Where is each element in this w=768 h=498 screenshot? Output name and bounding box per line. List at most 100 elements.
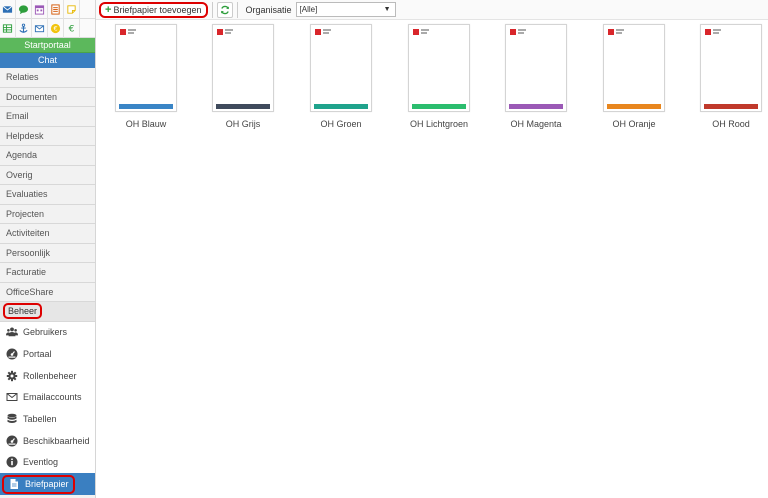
footer-color-bar — [216, 104, 270, 109]
briefpapier-thumbnail[interactable] — [408, 24, 470, 112]
sidebar-subitem-label: Beschikbaarheid — [23, 435, 90, 446]
briefpapier-card[interactable]: OH Blauw — [115, 24, 177, 129]
footer-color-bar — [607, 104, 661, 109]
sidebar-item-documenten[interactable]: Documenten — [0, 87, 95, 107]
chat-button[interactable]: Chat — [0, 53, 95, 68]
briefpapier-card[interactable]: OH Magenta — [505, 24, 567, 129]
briefpapier-card[interactable]: OH Oranje — [603, 24, 665, 129]
sidebar-item-activiteiten[interactable]: Activiteiten — [0, 224, 95, 244]
briefpapier-thumbnail[interactable] — [212, 24, 274, 112]
logo-icon — [510, 29, 516, 35]
file-icon — [10, 479, 18, 490]
briefpapier-card[interactable]: OH Rood — [700, 24, 762, 129]
sidebar-item-persoonlijk[interactable]: Persoonlijk — [0, 243, 95, 263]
svg-text:€: € — [53, 25, 57, 33]
briefpapier-thumbnail[interactable] — [115, 24, 177, 112]
logo-icon — [217, 29, 223, 35]
sidebar-item-agenda[interactable]: Agenda — [0, 146, 95, 166]
mail-icon[interactable] — [32, 19, 48, 38]
sidebar-subitem-label: Rollenbeheer — [23, 370, 77, 381]
sidebar-subitem-beschikbaarheid[interactable]: Beschikbaarheid — [0, 429, 95, 452]
info-icon — [6, 456, 18, 468]
beheer-submenu: Gebruikers Portaal Rollenbeheer Emailacc… — [0, 321, 95, 495]
dashboard-icon — [6, 435, 18, 447]
sidebar-item-overig[interactable]: Overig — [0, 165, 95, 185]
caret-down-icon: ▼ — [383, 6, 391, 13]
briefpapier-name: OH Groen — [320, 119, 362, 129]
sidebar-icon-row-1 — [0, 0, 95, 19]
footer-color-bar — [412, 104, 466, 109]
sidebar: € € Startportaal Chat Relaties Documente… — [0, 0, 96, 498]
sidebar-menu: Relaties Documenten Email Helpdesk Agend… — [0, 68, 95, 322]
sidebar-subitem-emailaccounts[interactable]: Emailaccounts — [0, 386, 95, 409]
document-list-icon[interactable] — [48, 0, 64, 19]
briefpapier-name: OH Grijs — [225, 119, 261, 129]
euro-icon[interactable]: € — [64, 19, 80, 38]
plus-icon: + — [105, 3, 112, 16]
sidebar-item-officeshare[interactable]: OfficeShare — [0, 282, 95, 302]
briefpapier-card[interactable]: OH Groen — [310, 24, 372, 129]
toolbar-divider — [211, 1, 213, 18]
sidebar-item-facturatie[interactable]: Facturatie — [0, 263, 95, 283]
sidebar-item-email[interactable]: Email — [0, 107, 95, 127]
sidebar-subitem-label: Gebruikers — [23, 327, 68, 338]
briefpapier-name: OH Oranje — [612, 119, 656, 129]
sidebar-subitem-label: Emailaccounts — [23, 392, 82, 403]
toolbar: + Briefpapier toevoegen Organisatie [All… — [96, 0, 768, 20]
briefpapier-card[interactable]: OH Lichtgroen — [408, 24, 470, 129]
envelope-icon — [6, 393, 18, 402]
sidebar-subitem-label: Briefpapier — [25, 479, 69, 490]
sidebar-subitem-label: Eventlog — [23, 457, 59, 468]
organisatie-label: Organisatie — [245, 4, 292, 15]
sidebar-subitem-eventlog[interactable]: Eventlog — [0, 451, 95, 474]
organisatie-select-value: [Alle] — [299, 5, 318, 14]
sidebar-item-beheer[interactable]: Beheer — [0, 302, 95, 322]
spreadsheet-icon[interactable] — [0, 19, 16, 38]
briefpapier-name: OH Rood — [712, 119, 750, 129]
sidebar-item-relaties[interactable]: Relaties — [0, 68, 95, 88]
startportaal-button[interactable]: Startportaal — [0, 38, 95, 53]
add-briefpapier-label: Briefpapier toevoegen — [113, 4, 202, 15]
briefpapier-thumbnail[interactable] — [603, 24, 665, 112]
anchor-icon[interactable] — [16, 19, 32, 38]
sidebar-subitem-gebruikers[interactable]: Gebruikers — [0, 321, 95, 344]
briefpapier-name: OH Lichtgroen — [409, 119, 469, 129]
app-window: € € Startportaal Chat Relaties Documente… — [0, 0, 768, 498]
logo-icon — [413, 29, 419, 35]
toolbar-divider — [236, 1, 238, 18]
briefpapier-thumbnail[interactable] — [505, 24, 567, 112]
organisatie-select[interactable]: [Alle] ▼ — [295, 2, 396, 17]
sidebar-subitem-rollenbeheer[interactable]: Rollenbeheer — [0, 364, 95, 387]
briefpapier-thumbnail[interactable] — [310, 24, 372, 112]
sidebar-item-projecten[interactable]: Projecten — [0, 204, 95, 224]
envelope-icon[interactable] — [0, 0, 16, 19]
sidebar-subitem-tabellen[interactable]: Tabellen — [0, 408, 95, 430]
gear-icon — [6, 370, 18, 381]
sticky-note-icon[interactable] — [64, 0, 80, 19]
euro-coin-icon[interactable]: € — [48, 19, 64, 38]
sidebar-subitem-briefpapier[interactable]: Briefpapier — [0, 473, 95, 495]
briefpapier-card[interactable]: OH Grijs — [212, 24, 274, 129]
footer-color-bar — [704, 104, 758, 109]
sidebar-subitem-label: Tabellen — [23, 414, 57, 425]
footer-color-bar — [119, 104, 173, 109]
logo-icon — [608, 29, 614, 35]
add-briefpapier-button[interactable]: + Briefpapier toevoegen — [99, 1, 208, 18]
briefpapier-thumbnail[interactable] — [700, 24, 762, 112]
sidebar-icon-row-2: € € — [0, 19, 95, 38]
chat-bubble-icon[interactable] — [16, 0, 32, 19]
sidebar-subitem-portaal[interactable]: Portaal — [0, 343, 95, 365]
briefpapier-name: OH Blauw — [125, 119, 167, 129]
sidebar-item-evaluaties[interactable]: Evaluaties — [0, 185, 95, 205]
calendar-icon[interactable] — [32, 0, 48, 19]
active-item-highlight: Briefpapier — [2, 474, 75, 494]
sidebar-item-beheer-label: Beheer — [3, 303, 43, 319]
database-icon — [7, 413, 17, 424]
refresh-button[interactable] — [216, 1, 233, 18]
briefpapier-grid: OH Blauw OH Grijs OH Groen OH Lichtgroen… — [96, 20, 768, 498]
briefpapier-name: OH Magenta — [510, 119, 562, 129]
svg-text:€: € — [69, 24, 75, 34]
sidebar-item-helpdesk[interactable]: Helpdesk — [0, 126, 95, 146]
footer-color-bar — [314, 104, 368, 109]
logo-icon — [315, 29, 321, 35]
